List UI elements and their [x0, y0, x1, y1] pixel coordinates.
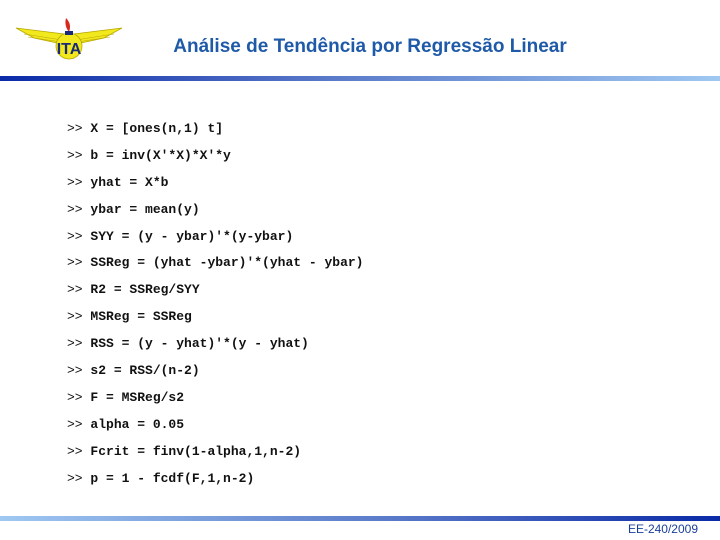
code-text: X = [ones(n,1) t] — [90, 121, 224, 136]
code-text: yhat = X*b — [90, 174, 169, 190]
prompt-symbol: >> — [67, 174, 83, 190]
page-title: Análise de Tendência por Regressão Linea… — [173, 36, 567, 57]
prompt-symbol: >> — [67, 470, 83, 486]
prompt-symbol: >> — [67, 255, 83, 271]
code-text: SSReg = (yhat -ybar)'*(yhat - ybar) — [90, 255, 364, 271]
prompt-symbol: >> — [67, 443, 83, 459]
code-line: >> SYY = (y - ybar)'*(y-ybar) — [67, 228, 363, 255]
code-line: >> ybar = mean(y) — [67, 201, 363, 228]
code-text: RSS = (y - yhat)'*(y - yhat) — [90, 336, 309, 352]
code-line: >> Fcrit = finv(1-alpha,1,n-2) — [67, 443, 363, 470]
code-text: s2 = RSS/(n-2) — [90, 363, 200, 379]
code-text: p = 1 - fcdf(F,1,n-2) — [90, 470, 255, 486]
code-text: Fcrit = finv(1-alpha,1,n-2) — [90, 443, 302, 459]
code-text: R2 = SSReg/SYY — [90, 282, 200, 298]
code-block: >> X = [ones(n,1) t] >> b = inv(X'*X)*X'*… — [67, 120, 363, 496]
code-line: >> b = inv(X'*X)*X'*y — [67, 147, 363, 174]
header-divider — [0, 76, 720, 81]
code-line: >> X = [ones(n,1) t] — [67, 120, 363, 147]
code-text: b = inv(X'*X)*X'*y — [90, 147, 231, 163]
prompt-symbol: >> — [67, 201, 83, 217]
code-text: ybar = mean(y) — [90, 201, 200, 217]
footer-divider — [0, 516, 720, 521]
code-line: >> alpha = 0.05 — [67, 416, 363, 443]
code-line: >> yhat = X*b — [67, 174, 363, 201]
code-text: MSReg = SSReg — [90, 309, 192, 325]
prompt-symbol: >> — [67, 416, 83, 432]
code-line: >> s2 = RSS/(n-2) — [67, 362, 363, 389]
prompt-symbol: >> — [67, 228, 83, 244]
prompt-symbol: >> — [67, 363, 83, 379]
code-line: >> R2 = SSReg/SYY — [67, 281, 363, 308]
course-label: EE-240/2009 — [627, 522, 698, 536]
prompt-symbol: >> — [67, 336, 83, 352]
prompt-symbol: >> — [67, 389, 83, 405]
code-line: >> MSReg = SSReg — [67, 308, 363, 335]
prompt-symbol: >> — [67, 282, 83, 298]
code-text: SYY = (y - ybar)'*(y-ybar) — [90, 228, 294, 244]
prompt-symbol: >> — [67, 147, 83, 163]
code-line: >> p = 1 - fcdf(F,1,n-2) — [67, 470, 363, 497]
code-line: >> F = MSReg/s2 — [67, 389, 363, 416]
prompt-symbol: >> — [67, 309, 83, 325]
code-line: >> SSReg = (yhat -ybar)'*(yhat - ybar) — [67, 254, 363, 281]
code-line: >> RSS = (y - yhat)'*(y - yhat) — [67, 335, 363, 362]
code-text: F = MSReg/s2 — [90, 389, 185, 405]
prompt-symbol: >> — [67, 121, 83, 136]
code-text: alpha = 0.05 — [90, 416, 185, 432]
